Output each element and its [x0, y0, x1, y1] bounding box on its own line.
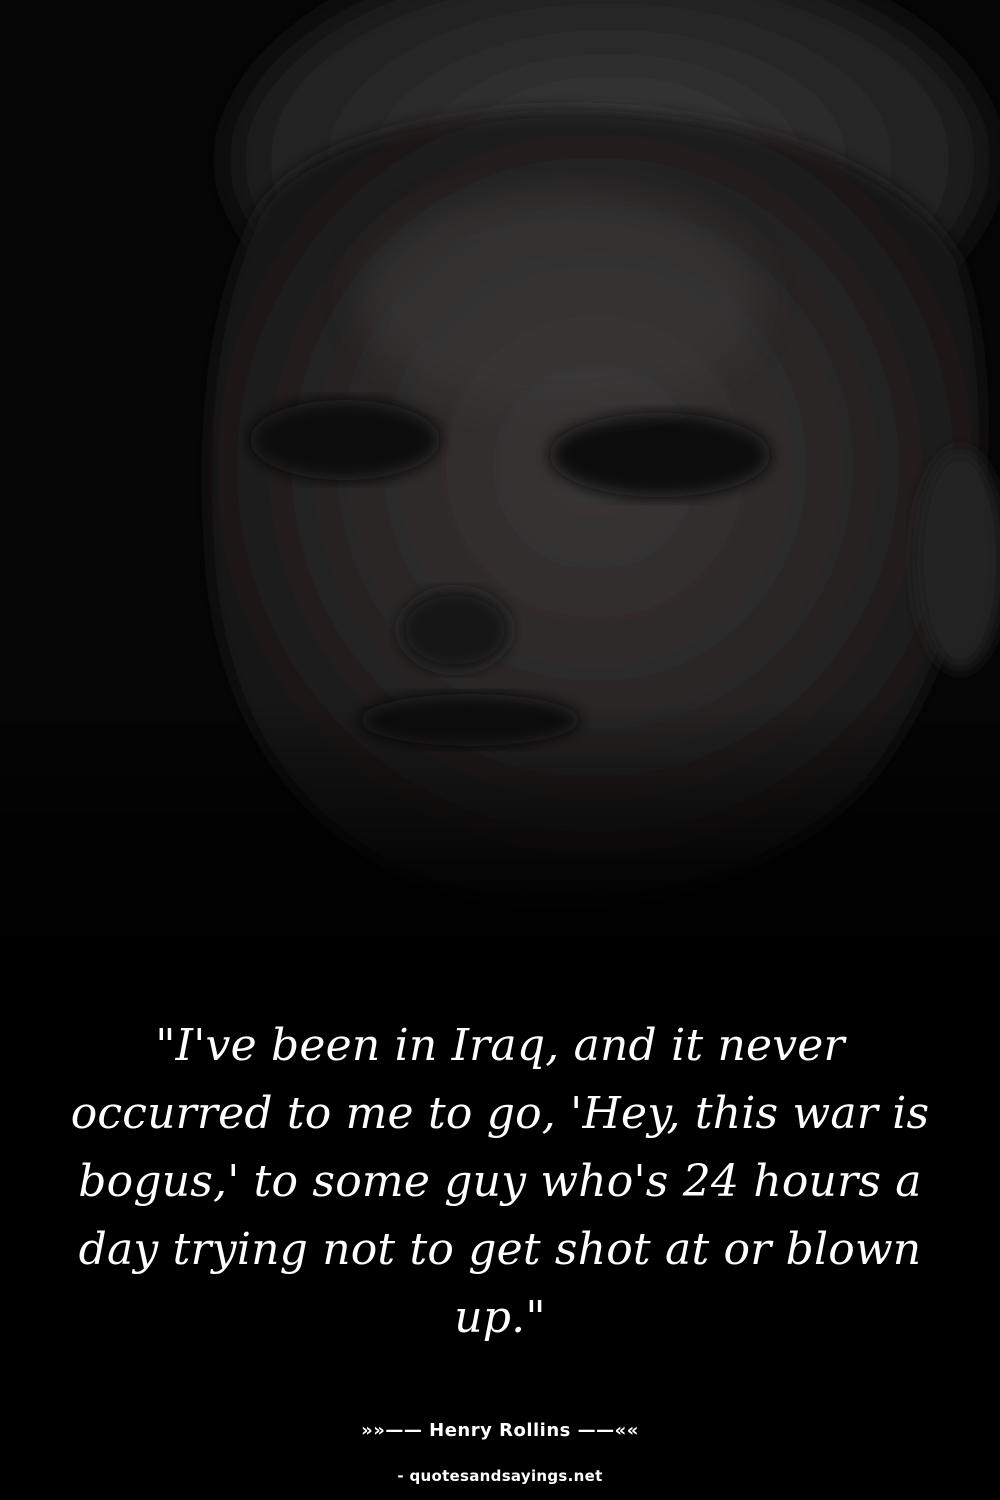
author-line: »»—— Henry Rollins ——««	[361, 1420, 639, 1441]
source-credit: - quotesandsayings.net	[397, 1467, 603, 1485]
photo-fade-overlay	[0, 700, 1000, 1020]
quote-text: "I've been in Iraq, and it never occurre…	[70, 1020, 930, 1343]
quote-poster: "I've been in Iraq, and it never occurre…	[0, 0, 1000, 1500]
